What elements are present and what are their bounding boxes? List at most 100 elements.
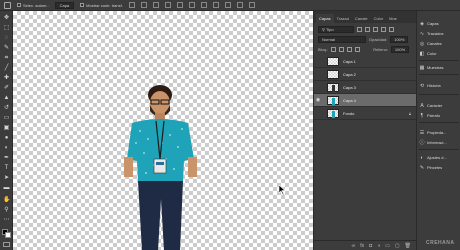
align-middle-icon[interactable] — [140, 2, 147, 8]
new-layer-icon[interactable]: ▢ — [395, 243, 400, 249]
filter-shape-icon[interactable] — [381, 26, 386, 32]
lock-all-icon[interactable] — [355, 46, 361, 52]
dock-item-label: Color — [427, 51, 437, 56]
autoselect-checkbox[interactable]: Selec. autom.: — [17, 3, 49, 8]
mouse-cursor-icon — [279, 185, 286, 195]
pen-tool-icon[interactable]: ✒ — [3, 155, 10, 162]
healing-tool-icon[interactable]: ✚ — [3, 75, 10, 82]
quick-mask-icon[interactable] — [3, 242, 10, 247]
blend-opacity-row: Normal Opacidad: 100% — [314, 34, 416, 44]
layer-row[interactable]: Capa 2 — [314, 68, 417, 81]
layer-filter-row: ⚲ Tipo — [314, 24, 416, 34]
dock-item-channels[interactable]: ◎ Canales — [419, 39, 459, 48]
type-tool-icon[interactable]: T — [3, 165, 10, 172]
eraser-tool-icon[interactable]: ▭ — [3, 115, 10, 122]
trash-icon[interactable]: 🗑︎ — [405, 243, 411, 249]
layer-row-selected[interactable]: ◉ Capa 4 — [314, 94, 417, 107]
lasso-tool-icon[interactable]: ◌ — [3, 35, 10, 42]
move-tool-icon[interactable]: ✥ — [3, 15, 10, 22]
align-right-icon[interactable] — [188, 2, 195, 8]
layer-row[interactable]: Capa 3 — [314, 81, 417, 94]
color-icon: ◧ — [419, 50, 425, 57]
eye-icon[interactable]: ◉ — [314, 97, 322, 103]
shape-tool-icon[interactable]: ▬ — [3, 185, 10, 192]
zoom-tool-icon[interactable]: ⚲ — [3, 207, 10, 214]
tab-color[interactable]: Color — [371, 14, 387, 23]
filter-type-icon[interactable] — [373, 26, 378, 32]
crop-tool-icon[interactable]: ⌗ — [3, 55, 10, 62]
tab-channels[interactable]: Canale — [352, 14, 371, 23]
distribute-bottom-icon[interactable] — [224, 2, 231, 8]
new-group-icon[interactable]: ▭ — [385, 243, 390, 249]
dock-item-label: Informaci... — [427, 140, 447, 145]
layer-filter-label: Tipo — [325, 26, 334, 32]
layer-name: Capa 1 — [343, 58, 356, 64]
hand-tool-icon[interactable]: ✋ — [3, 197, 10, 204]
align-center-icon[interactable] — [176, 2, 183, 8]
brush-tool-icon[interactable]: ✐ — [3, 85, 10, 92]
dock-item-info[interactable]: ⓘ Informaci... — [419, 138, 459, 147]
filter-pixel-icon[interactable] — [357, 26, 362, 32]
lock-image-icon[interactable] — [339, 46, 345, 52]
blur-tool-icon[interactable]: ● — [3, 135, 10, 142]
blend-mode-dropdown[interactable]: Normal — [318, 35, 366, 43]
tab-paths[interactable]: Trazad — [334, 14, 352, 23]
brushes-icon: ✎ — [419, 164, 425, 171]
tab-layers[interactable]: Capas — [316, 14, 334, 23]
autoselect-dropdown[interactable]: Capa — [54, 1, 75, 9]
align-top-icon[interactable] — [128, 2, 135, 8]
layer-row[interactable]: Capa 1 — [314, 55, 417, 68]
layer-name: Capa 3 — [343, 84, 356, 90]
show-transform-label: Mostrar contr. transf. — [86, 2, 123, 8]
lock-position-icon[interactable] — [347, 46, 353, 52]
dock-item-label: Capas — [427, 21, 439, 26]
move-tool-preset-icon[interactable] — [4, 1, 11, 9]
layer-row[interactable]: Fondo 🔒︎ — [314, 107, 417, 120]
distribute-top-icon[interactable] — [200, 2, 207, 8]
dock-item-brushes[interactable]: ✎ Pinceles — [419, 163, 459, 172]
adjustment-layer-icon[interactable]: ◑ — [377, 243, 380, 249]
dock-item-layers[interactable]: ◈ Capas — [419, 19, 459, 28]
align-bottom-icon[interactable] — [152, 2, 159, 8]
dodge-tool-icon[interactable]: ◐ — [3, 145, 10, 152]
add-mask-icon[interactable]: ◘ — [369, 243, 372, 249]
3d-mode-icon[interactable] — [236, 2, 243, 8]
dock-item-paths[interactable]: ∿ Trazados — [419, 29, 459, 38]
layer-filter-dropdown[interactable]: ⚲ Tipo — [318, 25, 354, 33]
show-transform-checkbox[interactable]: Mostrar contr. transf. — [80, 3, 123, 8]
gradient-tool-icon[interactable]: ▣ — [3, 125, 10, 132]
fill-input[interactable]: 100% — [390, 45, 410, 53]
eyedropper-tool-icon[interactable]: ╱ — [3, 65, 10, 72]
dock-item-paragraph[interactable]: ¶ Párrafo — [419, 111, 459, 120]
more-tools-icon[interactable]: ⋯ — [3, 217, 10, 224]
document-canvas[interactable] — [13, 11, 313, 250]
link-layers-icon[interactable]: ∞ — [352, 243, 356, 249]
marquee-tool-icon[interactable]: ⬚ — [3, 25, 10, 32]
filter-adjustment-icon[interactable] — [365, 26, 370, 32]
adjustments-icon: ◐ — [420, 154, 424, 161]
dock-item-history[interactable]: ⟲ Historia — [419, 81, 459, 90]
dock-item-adjustments[interactable]: ◐ Ajustes d... — [419, 153, 459, 162]
dock-item-color[interactable]: ◧ Color — [419, 49, 459, 58]
stamp-tool-icon[interactable]: ▲ — [3, 95, 10, 102]
dock-item-label: Canales — [427, 41, 442, 46]
dock-separator — [419, 94, 459, 95]
path-select-tool-icon[interactable]: ➤ — [3, 175, 10, 182]
dock-item-label: Trazados — [427, 31, 444, 36]
tab-swatches[interactable]: Mue — [386, 14, 400, 23]
history-brush-tool-icon[interactable]: ↺ — [3, 105, 10, 112]
opacity-input[interactable]: 100% — [390, 35, 409, 43]
layer-style-icon[interactable]: fx — [360, 243, 364, 249]
layer-thumbnail — [327, 95, 339, 105]
layer-thumbnail — [327, 82, 339, 92]
background-color-swatch[interactable] — [5, 232, 11, 238]
distribute-middle-icon[interactable] — [212, 2, 219, 8]
lock-transparent-icon[interactable] — [331, 46, 337, 52]
dock-item-character[interactable]: A Carácter — [419, 101, 459, 110]
align-left-icon[interactable] — [164, 2, 171, 8]
dock-item-properties[interactable]: ☰ Propieda... — [419, 128, 459, 137]
quick-select-tool-icon[interactable]: ✎ — [3, 45, 10, 52]
filter-smart-icon[interactable] — [389, 26, 394, 32]
dock-item-swatches[interactable]: ▦ Muestras — [419, 63, 459, 72]
3d-rotate-icon[interactable] — [248, 2, 255, 8]
